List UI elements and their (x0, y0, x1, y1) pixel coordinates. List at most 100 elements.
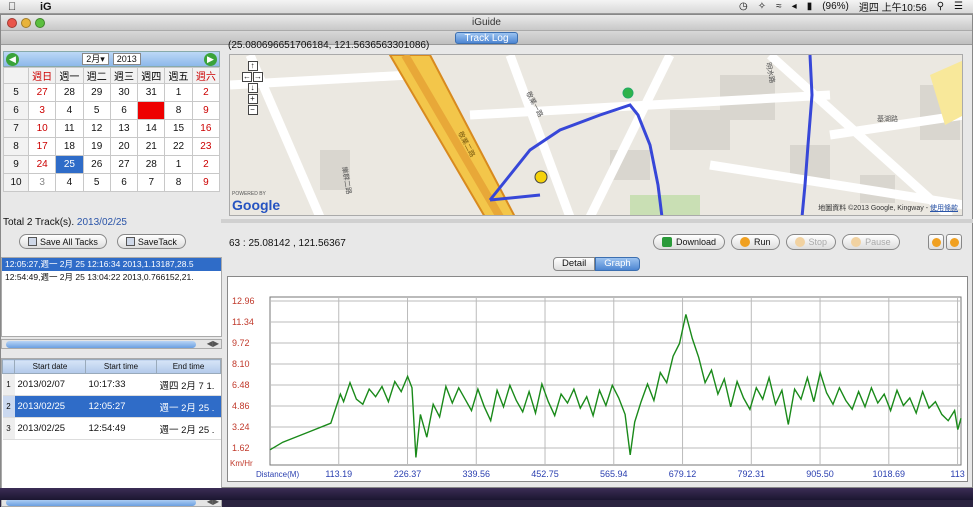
calendar-day[interactable]: 28 (137, 155, 166, 174)
map-view[interactable]: 樂群二路 敬業二路 敬業一路 明水路 基湖路 ↑ ← → ↓ + − POWERE… (229, 54, 963, 216)
calendar-day[interactable]: 20 (109, 137, 139, 156)
step-forward-button[interactable] (946, 234, 962, 250)
pan-down-icon[interactable]: ↓ (247, 83, 258, 93)
battery-icon[interactable]: ▮ (807, 1, 813, 12)
pan-left-icon[interactable]: ← (242, 72, 252, 82)
calendar-day[interactable]: 31 (137, 83, 166, 102)
calendar-day[interactable]: 5 (82, 101, 111, 120)
map-copyright: 地圖資料 ©2013 Google, Kingway - 使用條款 (818, 205, 958, 212)
clock-icon[interactable]: ◷ (739, 1, 748, 12)
bluetooth-icon[interactable]: ✧ (758, 1, 766, 12)
calendar-day[interactable]: 4 (55, 101, 84, 120)
column-header-start-date[interactable]: Start date (14, 359, 86, 374)
cell-end-time[interactable]: 週四 2月 7 1. (156, 373, 221, 396)
prev-month-icon[interactable]: ◀ (6, 53, 19, 66)
calendar-day[interactable]: 1 (164, 83, 193, 102)
calendar-day[interactable]: 16 (191, 119, 221, 138)
calendar-day[interactable]: 27 (109, 155, 139, 174)
menu-list-icon[interactable]: ☰ (954, 1, 963, 12)
tab-graph[interactable]: Graph (595, 257, 640, 271)
wifi-icon[interactable]: ≈ (776, 1, 782, 12)
calendar-day[interactable]: 17 (27, 137, 57, 156)
cell-start-time[interactable]: 12:05:27 (85, 395, 157, 418)
column-header-start-time[interactable]: Start time (85, 359, 157, 374)
cell-start-date[interactable]: 2013/02/25 (14, 417, 86, 440)
list-item[interactable]: 12:05:27,週一 2月 25 12:16:34 2013,1.13187,… (2, 258, 221, 271)
calendar-day[interactable]: 21 (137, 137, 166, 156)
zoom-in-icon[interactable]: + (247, 94, 258, 104)
cell-start-time[interactable]: 12:54:49 (85, 417, 157, 440)
calendar-day[interactable]: 28 (55, 83, 84, 102)
cell-start-date[interactable]: 2013/02/07 (14, 373, 86, 396)
calendar-day[interactable]: 27 (27, 83, 57, 102)
terms-link[interactable]: 使用條款 (930, 205, 958, 212)
table-row-selected[interactable]: 2 2013/02/25 12:05:27 週一 2月 25 . (2, 395, 221, 418)
cell-end-time[interactable]: 週一 2月 25 . (156, 417, 221, 440)
calendar-day[interactable]: 14 (137, 119, 166, 138)
horizontal-scrollbar[interactable]: ◀▶ (1, 339, 222, 349)
volume-icon[interactable]: ◂ (792, 1, 797, 12)
calendar-day[interactable]: 8 (164, 173, 193, 192)
calendar-day-today[interactable]: 7 (137, 101, 166, 120)
calendar-day[interactable]: 19 (82, 137, 111, 156)
pane-splitter[interactable] (221, 219, 973, 223)
calendar-day[interactable]: 3 (27, 101, 57, 120)
year-spinner[interactable]: 2013 (112, 53, 141, 65)
track-lines-list[interactable]: 12:05:27,週一 2月 25 12:16:34 2013,1.13187,… (1, 257, 222, 337)
download-button[interactable]: Download (653, 234, 726, 250)
calendar-day[interactable]: 22 (164, 137, 193, 156)
scrollbar-thumb[interactable] (6, 499, 196, 506)
stop-button[interactable]: Stop (785, 234, 837, 250)
step-back-button[interactable] (928, 234, 944, 250)
calendar-day[interactable]: 24 (27, 155, 57, 174)
save-all-tracks-button[interactable]: Save All Tacks (19, 234, 107, 249)
run-button[interactable]: Run (731, 234, 780, 250)
pan-up-icon[interactable]: ↑ (247, 61, 258, 71)
calendar-day[interactable]: 1 (164, 155, 193, 174)
calendar-day[interactable]: 8 (164, 101, 193, 120)
cell-start-time[interactable]: 10:17:33 (85, 373, 157, 396)
calendar-day[interactable]: 11 (55, 119, 84, 138)
table-row[interactable]: 3 2013/02/25 12:54:49 週一 2月 25 . (2, 417, 221, 440)
calendar-day[interactable]: 13 (109, 119, 139, 138)
cell-start-date[interactable]: 2013/02/25 (14, 395, 86, 418)
calendar-day[interactable]: 6 (109, 173, 139, 192)
column-header-end-time[interactable]: End time (156, 359, 221, 374)
calendar-day-selected[interactable]: 25 (55, 155, 84, 174)
apple-icon[interactable]:  (8, 1, 22, 13)
calendar-day[interactable]: 30 (109, 83, 139, 102)
calendar-day[interactable]: 4 (55, 173, 84, 192)
save-track-button[interactable]: SaveTack (116, 234, 186, 249)
list-item[interactable]: 12:54:49,週一 2月 25 13:04:22 2013,0.766152… (2, 271, 221, 284)
scroll-arrows-icon[interactable]: ◀▶ (207, 339, 219, 348)
spotlight-icon[interactable]: ⚲ (937, 1, 944, 12)
calendar-day[interactable]: 23 (191, 137, 221, 156)
calendar-day[interactable]: 18 (55, 137, 84, 156)
calendar-day[interactable]: 9 (191, 173, 221, 192)
month-select[interactable]: 2月▾ (82, 53, 109, 65)
scrollbar-thumb[interactable] (6, 341, 196, 348)
calendar-day[interactable]: 6 (109, 101, 139, 120)
calendar-day[interactable]: 2 (191, 83, 221, 102)
pause-button[interactable]: Pause (842, 234, 900, 250)
pan-right-icon[interactable]: → (253, 72, 263, 82)
calendar-day[interactable]: 7 (137, 173, 166, 192)
calendar-day[interactable]: 2 (191, 155, 221, 174)
calendar-day[interactable]: 12 (82, 119, 111, 138)
tab-detail[interactable]: Detail (553, 257, 596, 271)
calendar-day[interactable]: 5 (82, 173, 111, 192)
calendar-day[interactable]: 9 (191, 101, 221, 120)
app-name[interactable]: iG (40, 1, 52, 13)
cell-end-time[interactable]: 週一 2月 25 . (156, 395, 221, 418)
calendar-day[interactable]: 29 (82, 83, 111, 102)
menubar-clock[interactable]: 週四 上午10:56 (859, 0, 927, 14)
calendar-day[interactable]: 10 (27, 119, 57, 138)
table-row[interactable]: 1 2013/02/07 10:17:33 週四 2月 7 1. (2, 373, 221, 396)
calendar-day[interactable]: 3 (27, 173, 57, 192)
calendar-day[interactable]: 26 (82, 155, 111, 174)
next-month-icon[interactable]: ▶ (204, 53, 217, 66)
calendar-day[interactable]: 15 (164, 119, 193, 138)
zoom-out-icon[interactable]: − (247, 105, 258, 115)
battery-percent[interactable]: (96%) (822, 1, 849, 12)
track-log-button[interactable]: Track Log (455, 31, 518, 44)
